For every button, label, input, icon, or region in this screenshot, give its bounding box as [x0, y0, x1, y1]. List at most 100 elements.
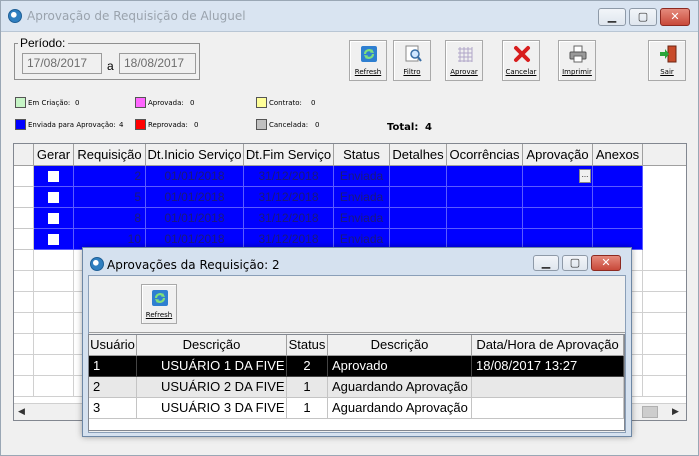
ocorrencias-cell[interactable] — [447, 208, 523, 229]
col-header-anexos[interactable]: Anexos — [593, 144, 643, 166]
status-descricao-cell: Aguardando Aprovação — [328, 398, 472, 419]
total-label: Total: — [387, 122, 419, 133]
col-header-dt-inicio[interactable]: Dt.Inicio Serviço — [146, 144, 244, 166]
app-icon — [8, 9, 22, 23]
col-header-dt-fim[interactable]: Dt.Fim Serviço — [244, 144, 334, 166]
minimize-icon: ▁ — [541, 256, 551, 269]
aprovacao-cell[interactable]: ... — [523, 166, 593, 187]
dt-inicio-cell: 01/01/2018 — [146, 187, 244, 208]
data-hora-cell: 18/08/2017 13:27 — [472, 356, 624, 377]
scroll-right-icon[interactable]: ▶ — [672, 407, 679, 417]
imprimir-label: Imprimir — [562, 68, 592, 76]
periodo-separator: a — [107, 59, 114, 73]
legend-reprovada-count: 0 — [194, 121, 199, 129]
ocorrencias-cell[interactable] — [447, 187, 523, 208]
dialog-minimize-button[interactable]: ▁ — [533, 255, 559, 271]
col-header-status[interactable]: Status — [334, 144, 390, 166]
legend-em-criacao-count: 0 — [75, 99, 80, 107]
ocorrencias-cell[interactable] — [447, 166, 523, 187]
anexos-cell[interactable] — [593, 208, 643, 229]
dt-inicio-cell: 01/01/2018 — [146, 208, 244, 229]
data-hora-cell — [472, 398, 624, 419]
aprovacao-cell[interactable] — [523, 187, 593, 208]
col-header-status[interactable]: Status — [287, 335, 328, 356]
cancelar-button[interactable]: Cancelar — [502, 40, 540, 81]
dialog-maximize-button[interactable]: ▢ — [562, 255, 588, 271]
scroll-thumb[interactable] — [642, 406, 658, 418]
aprovar-button[interactable]: Aprovar — [445, 40, 483, 81]
gerar-checkbox[interactable] — [48, 234, 59, 245]
sair-label: Sair — [660, 68, 674, 76]
legend-enviada-count: 4 — [119, 121, 124, 129]
start-date-input[interactable]: 17/08/2017 — [22, 53, 102, 74]
sair-button[interactable]: Sair — [648, 40, 686, 81]
gerar-checkbox[interactable] — [48, 171, 59, 182]
aprovacao-ellipsis-button[interactable]: ... — [579, 169, 591, 183]
close-icon: ✕ — [601, 256, 611, 269]
legend-aprovada-swatch — [135, 97, 146, 108]
col-header-aprovacao[interactable]: Aprovação — [523, 144, 593, 166]
detalhes-cell[interactable] — [390, 166, 447, 187]
row-header — [14, 166, 34, 187]
minimize-button[interactable]: ▁ — [598, 8, 626, 26]
end-date-input[interactable]: 18/08/2017 — [119, 53, 196, 74]
empty-cell — [643, 313, 686, 334]
gerar-cell — [34, 208, 74, 229]
col-header-ocorrencias[interactable]: Ocorrências — [447, 144, 523, 166]
imprimir-button[interactable]: Imprimir — [558, 40, 596, 81]
status-cell: 2 — [287, 356, 328, 377]
empty-cell — [643, 271, 686, 292]
maximize-button[interactable]: ▢ — [629, 8, 657, 26]
aprovacao-cell[interactable] — [523, 208, 593, 229]
status-descricao-cell: Aguardando Aprovação — [328, 377, 472, 398]
col-header-filler — [643, 144, 686, 166]
requisicao-cell: 5 — [74, 187, 146, 208]
detalhes-cell[interactable] — [390, 187, 447, 208]
col-header-data-hora[interactable]: Data/Hora de Aprovação — [472, 335, 624, 356]
table-row[interactable]: 2 01/01/2018 31/12/2018 Enviada ... — [14, 166, 643, 187]
usuario-cell: 2 — [89, 377, 137, 398]
cancelar-label: Cancelar — [505, 68, 537, 76]
status-descricao-cell: Aprovado — [328, 356, 472, 377]
table-row[interactable]: 8 01/01/2018 31/12/2018 Enviada — [14, 208, 643, 229]
requisicao-cell: 2 — [74, 166, 146, 187]
table-row[interactable]: 5 01/01/2018 31/12/2018 Enviada — [14, 187, 643, 208]
close-button[interactable]: ✕ — [660, 8, 690, 26]
total-value: 4 — [425, 122, 432, 133]
dialog-close-button[interactable]: ✕ — [591, 255, 621, 271]
empty-cell — [14, 292, 34, 313]
gerar-checkbox[interactable] — [48, 213, 59, 224]
table-row[interactable]: 3 USUÁRIO 3 DA FIVE 1 Aguardando Aprovaç… — [89, 398, 624, 419]
gerar-cell — [34, 229, 74, 250]
filtro-label: Filtro — [403, 68, 421, 76]
legend-contrato-count: 0 — [311, 99, 316, 107]
printer-icon — [569, 45, 587, 63]
table-row[interactable]: 2 USUÁRIO 2 DA FIVE 1 Aguardando Aprovaç… — [89, 377, 624, 398]
col-header-usuario[interactable]: Usuário — [89, 335, 137, 356]
usuario-cell: 1 — [89, 356, 137, 377]
anexos-cell[interactable] — [593, 187, 643, 208]
col-header-status-descricao[interactable]: Descrição — [328, 335, 472, 356]
data-hora-cell — [472, 377, 624, 398]
legend-enviada-swatch — [15, 119, 26, 130]
empty-cell — [34, 250, 74, 271]
aprovar-label: Aprovar — [450, 68, 478, 76]
dialog-refresh-button[interactable]: Refresh — [141, 284, 177, 324]
scroll-left-icon[interactable]: ◀ — [18, 407, 25, 417]
empty-cell — [14, 271, 34, 292]
col-header-descricao[interactable]: Descrição — [137, 335, 287, 356]
refresh-icon — [152, 290, 168, 306]
detalhes-cell[interactable] — [390, 208, 447, 229]
legend-contrato-swatch — [256, 97, 267, 108]
gerar-checkbox[interactable] — [48, 192, 59, 203]
aprovacoes-grid: Usuário Descrição Status Descrição Data/… — [88, 334, 625, 431]
col-header-requisicao[interactable]: Requisição — [74, 144, 146, 166]
refresh-button[interactable]: Refresh — [349, 40, 387, 81]
row-header-corner — [14, 144, 34, 166]
filtro-button[interactable]: Filtro — [393, 40, 431, 81]
col-header-detalhes[interactable]: Detalhes — [390, 144, 447, 166]
table-row[interactable]: 1 USUÁRIO 1 DA FIVE 2 Aprovado 18/08/201… — [89, 356, 624, 377]
dialog-title: Aprovações da Requisição: 2 — [107, 258, 280, 272]
col-header-gerar[interactable]: Gerar — [34, 144, 74, 166]
anexos-cell[interactable] — [593, 166, 643, 187]
